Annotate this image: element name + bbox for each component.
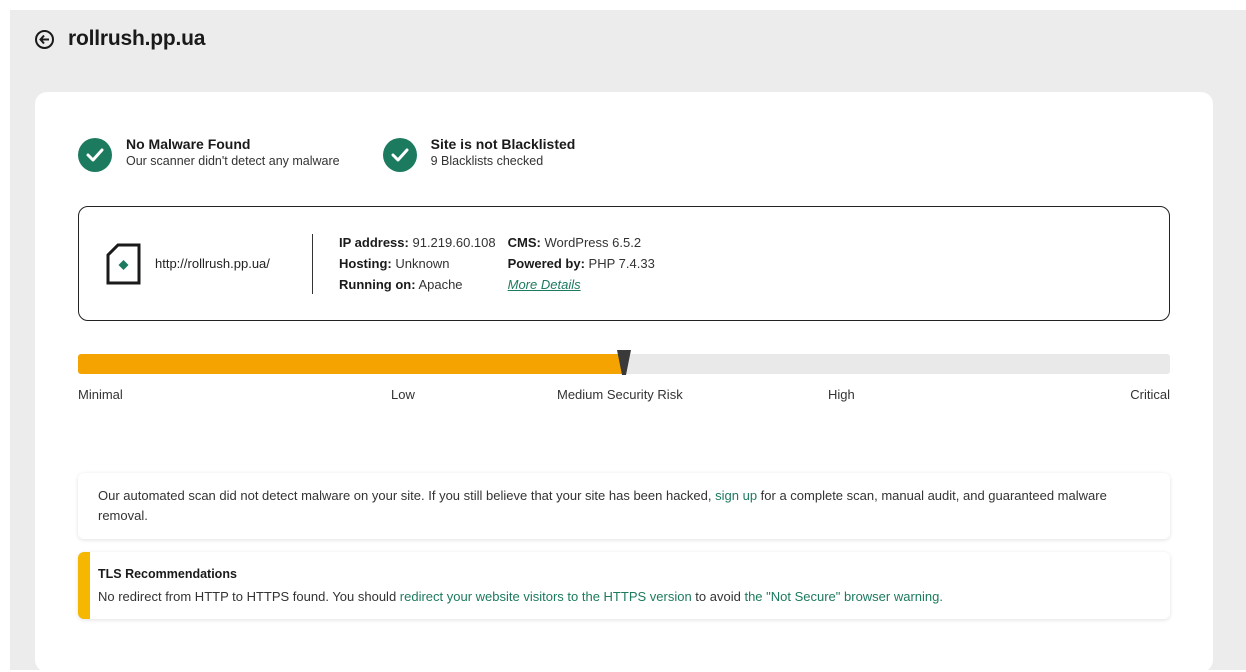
status-row: No Malware Found Our scanner didn't dete… — [78, 136, 575, 172]
risk-meter-fill — [78, 354, 624, 374]
blacklist-status: Site is not Blacklisted 9 Blacklists che… — [382, 136, 576, 172]
powered-value: PHP 7.4.33 — [588, 255, 655, 271]
tls-title: TLS Recommendations — [98, 567, 237, 581]
tls-text-before: No redirect from HTTP to HTTPS found. Yo… — [98, 589, 400, 604]
risk-label-minimal: Minimal — [78, 387, 123, 402]
website-icon — [106, 243, 141, 284]
risk-label-critical: Critical — [1130, 387, 1170, 402]
check-circle-icon — [382, 138, 417, 172]
not-secure-warning-link[interactable]: the "Not Secure" browser warning. — [744, 589, 943, 604]
software-info: CMS: WordPress 6.5.2 Powered by: PHP 7.4… — [508, 233, 655, 295]
notice-text-before: Our automated scan did not detect malwar… — [98, 488, 716, 503]
tls-text-middle: to avoid — [691, 589, 745, 604]
running-label: Running on: — [339, 276, 416, 292]
risk-label-high: High — [828, 387, 855, 402]
risk-marker-icon — [617, 350, 631, 375]
hosting-value: Unknown — [395, 255, 450, 271]
risk-labels: Minimal Low Medium Security Risk High Cr… — [78, 387, 1170, 407]
ip-label: IP address: — [339, 234, 409, 250]
server-info: IP address: 91.219.60.108 Hosting: Unkno… — [339, 233, 496, 295]
https-redirect-link[interactable]: redirect your website visitors to the HT… — [400, 589, 692, 604]
ip-value: 91.219.60.108 — [412, 234, 496, 250]
risk-meter — [78, 350, 1170, 375]
tls-text: No redirect from HTTP to HTTPS found. Yo… — [98, 587, 1150, 607]
risk-label-medium: Medium Security Risk — [557, 387, 683, 402]
cms-label: CMS: — [507, 234, 541, 250]
arrow-left-circle-icon[interactable] — [35, 29, 54, 49]
risk-label-low: Low — [391, 387, 415, 402]
page-title: rollrush.pp.ua — [68, 27, 206, 50]
scan-notice: Our automated scan did not detect malwar… — [78, 473, 1170, 539]
malware-status-subtitle: Our scanner didn't detect any malware — [126, 154, 340, 168]
sign-up-link[interactable]: sign up — [715, 488, 757, 503]
info-divider — [312, 233, 313, 294]
check-circle-icon — [78, 138, 112, 172]
blacklist-status-subtitle: 9 Blacklists checked — [430, 154, 544, 168]
malware-status: No Malware Found Our scanner didn't dete… — [78, 136, 340, 172]
hosting-label: Hosting: — [339, 255, 392, 271]
tls-recommendations: TLS Recommendations No redirect from HTT… — [78, 552, 1170, 619]
site-info-box: http://rollrush.pp.ua/ IP address: 91.21… — [78, 206, 1170, 321]
scan-result-card: No Malware Found Our scanner didn't dete… — [35, 92, 1213, 672]
powered-label: Powered by: — [507, 255, 585, 271]
page-header: rollrush.pp.ua — [35, 24, 205, 54]
malware-status-title: No Malware Found — [126, 136, 251, 152]
site-block: http://rollrush.pp.ua/ — [79, 243, 312, 285]
more-details-link[interactable]: More Details — [508, 277, 581, 292]
blacklist-status-title: Site is not Blacklisted — [430, 136, 576, 152]
site-url: http://rollrush.pp.ua/ — [155, 256, 270, 271]
running-value: Apache — [418, 276, 463, 292]
cms-value: WordPress 6.5.2 — [544, 234, 642, 250]
